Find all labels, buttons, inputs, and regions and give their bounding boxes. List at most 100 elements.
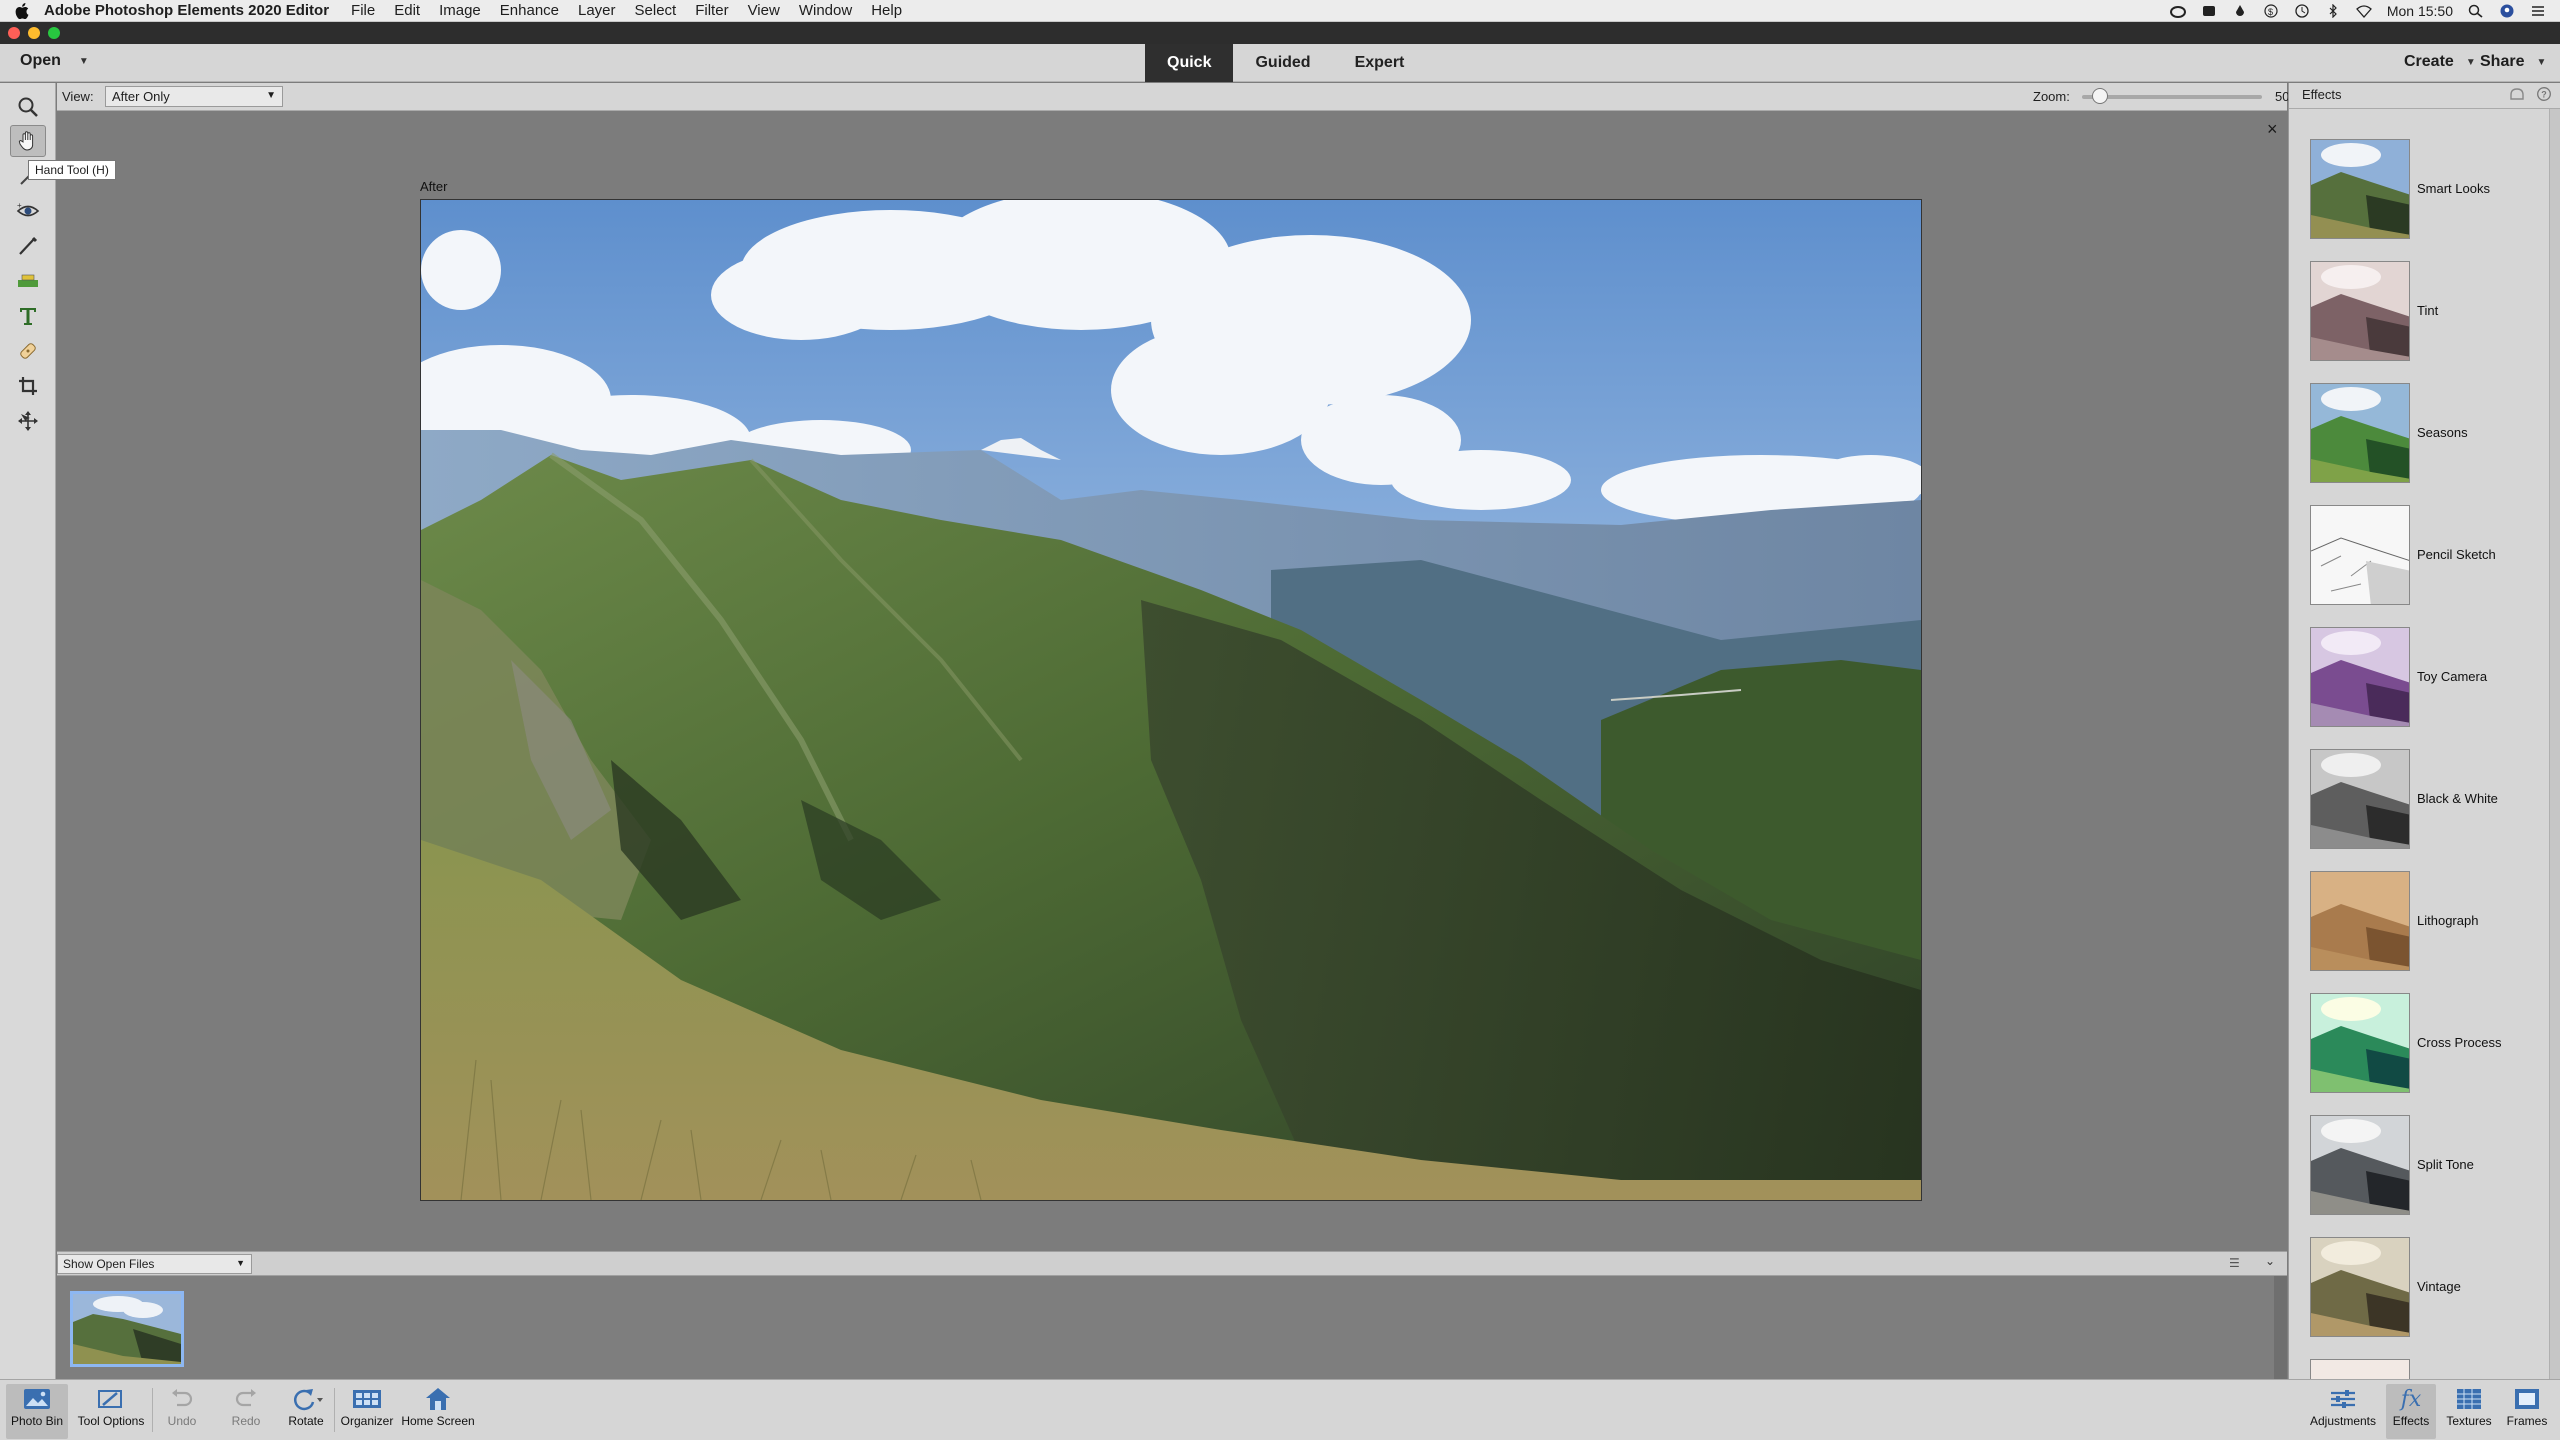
control-center-icon[interactable] (2530, 4, 2546, 18)
effects-scrollbar[interactable] (2549, 109, 2560, 1379)
apple-menu-icon[interactable] (0, 2, 44, 19)
bin-source-value: Show Open Files (63, 1257, 155, 1271)
frames-button[interactable]: Frames (2502, 1384, 2552, 1439)
chevron-down-icon[interactable]: ⌄ (2265, 1254, 2275, 1268)
move-tool-icon[interactable] (10, 405, 46, 437)
effect-seasons[interactable]: Seasons (2310, 383, 2530, 483)
effect-label: Pencil Sketch (2417, 547, 2496, 562)
tab-quick[interactable]: Quick (1145, 44, 1234, 82)
status-area: $ Mon 15:50 (2169, 0, 2546, 22)
whiten-teeth-icon[interactable] (10, 230, 46, 262)
type-tool-icon[interactable] (10, 300, 46, 332)
textures-button[interactable]: Textures (2441, 1384, 2497, 1439)
effect-toy-camera[interactable]: Toy Camera (2310, 627, 2530, 727)
drop-icon[interactable] (2232, 4, 2248, 18)
bluetooth-icon[interactable] (2325, 4, 2341, 18)
create-button[interactable]: Create ▼ (2404, 53, 2476, 71)
open-button[interactable]: Open ▼ (20, 52, 89, 70)
reset-effects-icon[interactable] (2509, 87, 2525, 101)
effect-thumbnail (2310, 383, 2410, 483)
bin-scrollbar[interactable] (2274, 1276, 2287, 1379)
time-machine-icon[interactable] (2294, 4, 2310, 18)
tab-expert[interactable]: Expert (1333, 44, 1427, 82)
rotate-button[interactable]: Rotate (284, 1384, 328, 1439)
zoom-slider[interactable] (2082, 95, 2262, 99)
bin-source-select[interactable]: Show Open Files ▼ (57, 1254, 252, 1274)
canvas-area[interactable]: × After (57, 111, 2287, 1251)
menu-image[interactable]: Image (439, 2, 481, 19)
home-screen-button[interactable]: Home Screen (398, 1384, 478, 1439)
taskbar-separator (152, 1388, 153, 1432)
effect-label: Toy Camera (2417, 669, 2488, 684)
effect-split-tone[interactable]: Split Tone (2310, 1115, 2530, 1215)
effects-panel-title: Effects (2302, 87, 2342, 102)
view-select[interactable]: After Only ▼ (105, 86, 283, 107)
red-eye-icon[interactable]: + (10, 195, 46, 227)
straighten-icon[interactable] (10, 265, 46, 297)
zoom-slider-thumb[interactable] (2092, 88, 2108, 104)
chevron-down-icon: ▼ (266, 90, 276, 101)
adjustments-icon (2329, 1384, 2357, 1414)
menu-view[interactable]: View (748, 2, 780, 19)
open-file-thumbnail[interactable] (70, 1291, 184, 1367)
effect-thumbnail (2310, 627, 2410, 727)
after-label: After (420, 179, 448, 194)
effect-thumbnail (2310, 505, 2410, 605)
bin-menu-icon[interactable]: ☰ (2229, 1256, 2240, 1270)
redo-icon (233, 1384, 259, 1414)
dollar-icon[interactable]: $ (2263, 4, 2279, 18)
photo-canvas[interactable] (420, 199, 1922, 1201)
effect-pencil-sketch[interactable]: Pencil Sketch (2310, 505, 2530, 605)
menu-help[interactable]: Help (871, 2, 902, 19)
menu-edit[interactable]: Edit (394, 2, 420, 19)
close-document-icon[interactable]: × (2267, 119, 2278, 140)
svg-text:$: $ (2268, 7, 2273, 17)
tool-options-button[interactable]: Tool Options (74, 1384, 148, 1439)
spotlight-search-icon[interactable] (2468, 4, 2484, 18)
effect-tint[interactable]: Tint (2310, 261, 2530, 361)
effect-thumbnail (2310, 1359, 2410, 1379)
maximize-window-button[interactable] (48, 27, 60, 39)
effect-vintage[interactable]: Vintage (2310, 1237, 2530, 1337)
chevron-down-icon: ▼ (2536, 56, 2547, 68)
undo-button[interactable]: Undo (162, 1384, 202, 1439)
clock[interactable]: Mon 15:50 (2387, 3, 2453, 19)
adjustments-button[interactable]: Adjustments (2305, 1384, 2381, 1439)
effect-next-partial[interactable] (2310, 1359, 2530, 1379)
effect-smart-looks[interactable]: Smart Looks (2310, 139, 2530, 239)
tab-guided[interactable]: Guided (1233, 44, 1332, 82)
wifi-icon[interactable] (2355, 4, 2372, 18)
menu-select[interactable]: Select (635, 2, 677, 19)
redo-button[interactable]: Redo (226, 1384, 266, 1439)
minimize-window-button[interactable] (28, 27, 40, 39)
effect-label: Tint (2417, 303, 2439, 318)
effects-button[interactable]: fx Effects (2386, 1384, 2436, 1439)
crop-tool-icon[interactable] (10, 370, 46, 402)
zoom-tool-icon[interactable] (10, 91, 46, 123)
menu-enhance[interactable]: Enhance (500, 2, 559, 19)
user-account-icon[interactable] (2499, 4, 2515, 18)
undo-label: Undo (167, 1414, 197, 1428)
menu-window[interactable]: Window (799, 2, 852, 19)
effect-lithograph[interactable]: Lithograph (2310, 871, 2530, 971)
redo-label: Redo (231, 1414, 261, 1428)
menu-layer[interactable]: Layer (578, 2, 616, 19)
effect-black-and-white[interactable]: Black & White (2310, 749, 2530, 849)
effect-label: Lithograph (2417, 913, 2479, 928)
home-icon (424, 1384, 452, 1414)
menu-filter[interactable]: Filter (695, 2, 728, 19)
hand-tool-icon[interactable] (10, 125, 46, 157)
menu-file[interactable]: File (351, 2, 375, 19)
notification-icon[interactable] (2201, 4, 2217, 18)
close-window-button[interactable] (8, 27, 20, 39)
photo-bin-button[interactable]: Photo Bin (6, 1384, 68, 1439)
creative-cloud-icon[interactable] (2169, 4, 2186, 18)
app-name[interactable]: Adobe Photoshop Elements 2020 Editor (44, 2, 329, 19)
organizer-button[interactable]: Organizer (338, 1384, 396, 1439)
effect-cross-process[interactable]: Cross Process (2310, 993, 2530, 1093)
spot-healing-icon[interactable] (10, 335, 46, 367)
effect-label: Vintage (2417, 1279, 2461, 1294)
help-icon[interactable]: ? (2537, 87, 2551, 101)
effect-label: Cross Process (2417, 1035, 2502, 1050)
share-button[interactable]: Share ▼ (2480, 53, 2546, 71)
